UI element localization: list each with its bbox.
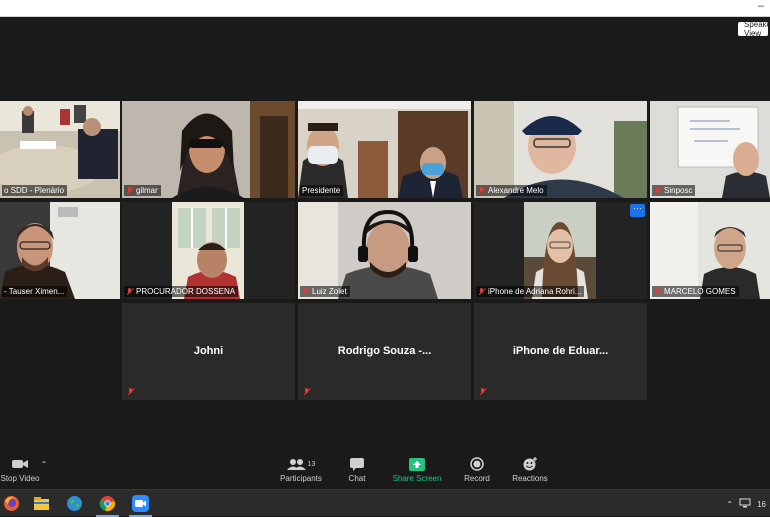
video-tile[interactable]: Sinposc	[650, 101, 770, 198]
network-icon[interactable]	[739, 498, 751, 510]
name-only-tile[interactable]: iPhone de Eduar...	[474, 303, 647, 400]
chat-button[interactable]: Chat	[342, 457, 372, 483]
participant-name-label: Luiz Zolet	[300, 286, 350, 297]
participants-button[interactable]: 13 Participants	[278, 457, 324, 483]
reactions-button[interactable]: Reactions	[510, 457, 550, 483]
participant-video	[474, 101, 647, 198]
participant-name-label: iPhone de Adriana Rohri...	[476, 286, 585, 297]
mic-muted-icon	[654, 186, 662, 195]
name-only-tile[interactable]: Rodrigo Souza -...	[298, 303, 471, 400]
clock[interactable]: 16	[757, 500, 766, 509]
more-options-button[interactable]: ···	[630, 204, 645, 217]
grid-icon	[741, 26, 742, 33]
record-icon	[462, 457, 492, 471]
video-camera-icon	[0, 457, 40, 471]
chrome-icon[interactable]	[96, 495, 119, 517]
video-tile[interactable]: - Tauser Ximen...	[0, 202, 120, 299]
participant-name: Johni	[193, 345, 224, 357]
mic-muted-icon	[478, 186, 486, 195]
file-explorer-icon[interactable]	[33, 495, 50, 512]
mic-muted-icon	[479, 388, 487, 396]
share-screen-icon	[392, 457, 442, 471]
chevron-up-icon[interactable]: ⌃	[726, 500, 733, 509]
meeting-toolbar: Stop Video ⌃ 13 Participants Chat Share …	[0, 453, 770, 489]
participants-icon: 13	[278, 457, 324, 471]
participant-video	[474, 202, 647, 299]
speaker-view-button[interactable]: Speaker View	[738, 22, 768, 36]
video-tile[interactable]: Luiz Zolet	[298, 202, 471, 299]
stop-video-button[interactable]: Stop Video	[0, 457, 40, 483]
participant-video	[298, 101, 471, 198]
mic-muted-icon	[126, 287, 134, 296]
mic-muted-icon	[478, 287, 486, 296]
video-tile[interactable]: Alexandre Melo	[474, 101, 647, 198]
participant-name-label: o SDD - Plenário	[2, 185, 68, 196]
smiley-plus-icon	[510, 457, 550, 471]
chevron-up-icon: ⌃	[40, 460, 48, 469]
participant-name-label: Sinposc	[652, 185, 696, 196]
participant-name-label: - Tauser Ximen...	[2, 286, 68, 297]
video-tile[interactable]: o SDD - Plenário	[0, 101, 120, 198]
video-tile[interactable]: ··· iPhone de Adriana Rohri...	[474, 202, 647, 299]
mic-muted-icon	[303, 388, 311, 396]
minimize-button[interactable]: –	[758, 0, 764, 12]
system-tray: ⌃ 16	[726, 498, 766, 510]
participant-video	[650, 101, 770, 198]
video-tile[interactable]: gilmar	[122, 101, 295, 198]
mic-muted-icon	[126, 186, 134, 195]
participant-video	[298, 202, 471, 299]
video-gallery: o SDD - Plenário gilmar Presidente Alexa…	[0, 17, 770, 453]
name-only-tile[interactable]: Johni	[122, 303, 295, 400]
video-tile[interactable]: Presidente	[298, 101, 471, 198]
chat-bubble-icon	[342, 457, 372, 471]
share-screen-button[interactable]: Share Screen	[392, 457, 442, 483]
participants-count: 13	[307, 460, 316, 468]
video-tile[interactable]: PROCURADOR DOSSENA	[122, 202, 295, 299]
participant-video	[0, 101, 120, 198]
firefox-icon[interactable]	[3, 495, 20, 512]
participant-video	[122, 202, 295, 299]
participant-video	[122, 101, 295, 198]
participant-name-label: MARCELO GOMES	[652, 286, 739, 297]
mic-muted-icon	[654, 287, 662, 296]
window-title-bar: –	[0, 0, 770, 17]
participant-name-label: Presidente	[300, 185, 344, 196]
zoom-icon[interactable]	[129, 495, 152, 517]
participant-name: iPhone de Eduar...	[512, 345, 609, 357]
participant-name: Rodrigo Souza -...	[337, 345, 432, 357]
mic-muted-icon	[302, 287, 310, 296]
participant-video	[650, 202, 770, 299]
participant-video	[0, 202, 120, 299]
record-button[interactable]: Record	[462, 457, 492, 483]
video-options-caret[interactable]: ⌃	[38, 460, 50, 469]
video-tile[interactable]: MARCELO GOMES	[650, 202, 770, 299]
mic-muted-icon	[127, 388, 135, 396]
globe-icon[interactable]	[66, 495, 83, 512]
participant-name-label: Alexandre Melo	[476, 185, 547, 196]
participant-name-label: PROCURADOR DOSSENA	[124, 286, 239, 297]
participant-name-label: gilmar	[124, 185, 161, 196]
os-taskbar: ⌃ 16	[0, 489, 770, 517]
